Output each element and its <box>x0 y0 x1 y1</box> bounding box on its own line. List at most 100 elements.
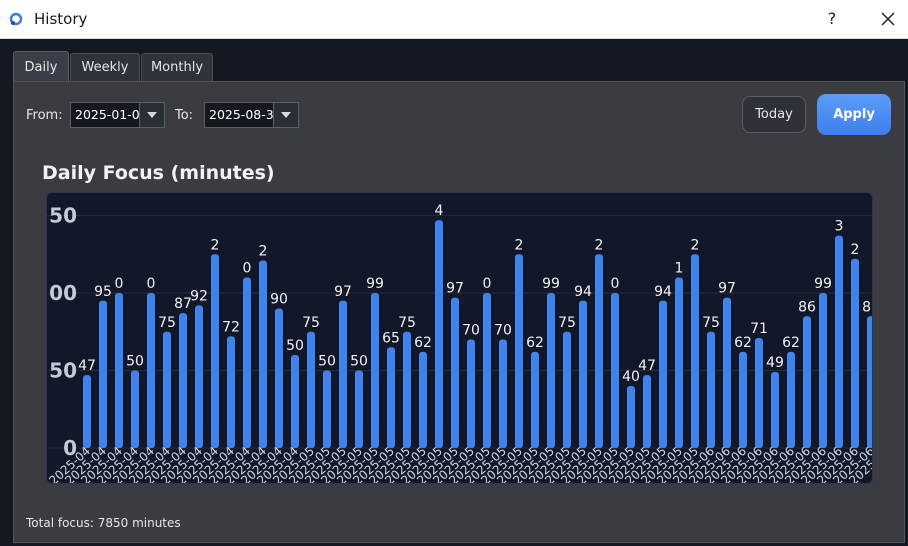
data-label: 85 <box>862 299 873 315</box>
data-label: 2 <box>211 237 220 253</box>
bar <box>83 375 91 448</box>
data-label: 3 <box>835 219 844 235</box>
from-dropdown-button[interactable] <box>139 103 164 127</box>
data-label: 97 <box>718 281 736 297</box>
apply-button[interactable]: Apply <box>817 94 891 135</box>
chart-area: 0 50 00 50 47 2025-04 95 2025-04 0 2025-04 50 2025-… <box>46 192 873 484</box>
data-label: 71 <box>750 321 768 337</box>
chart-title: Daily Focus (minutes) <box>42 162 275 184</box>
bar <box>227 336 235 448</box>
data-label: 97 <box>334 284 352 300</box>
bar <box>195 305 203 448</box>
bar <box>419 351 427 448</box>
data-label: 99 <box>814 276 832 292</box>
data-label: 70 <box>494 323 512 339</box>
help-button[interactable]: ? <box>818 6 846 32</box>
data-label: 1 <box>675 261 684 277</box>
data-label: 2 <box>691 237 700 253</box>
tab-weekly[interactable]: Weekly <box>70 53 140 81</box>
data-label: 62 <box>414 335 432 351</box>
data-label: 47 <box>638 358 656 374</box>
app-logo-icon <box>9 12 23 26</box>
data-label: 70 <box>462 323 480 339</box>
bar <box>99 300 107 448</box>
bar <box>371 293 379 448</box>
bar <box>179 313 187 448</box>
bar <box>499 339 507 448</box>
data-label: 0 <box>147 276 156 292</box>
from-date-value: 2025-01-01 <box>75 107 148 122</box>
bar <box>259 260 267 448</box>
data-label: 75 <box>398 315 416 331</box>
data-label: 99 <box>542 276 560 292</box>
bar <box>771 372 779 448</box>
to-dropdown-button[interactable] <box>273 103 298 127</box>
bar <box>275 308 283 448</box>
data-label: 47 <box>78 358 96 374</box>
total-focus-label: Total focus: 7850 minutes <box>26 516 181 530</box>
bar <box>515 254 523 448</box>
bar <box>323 370 331 448</box>
data-label: 62 <box>782 335 800 351</box>
bar-chart: 0500050472025-04952025-0402025-04502025-… <box>47 203 873 483</box>
bar <box>531 351 539 448</box>
bar <box>467 339 475 448</box>
bar <box>707 331 715 448</box>
bar <box>163 331 171 448</box>
tab-daily[interactable]: Daily <box>13 51 69 82</box>
bar <box>691 254 699 448</box>
bar <box>611 293 619 448</box>
bar <box>403 331 411 448</box>
bar <box>739 351 747 448</box>
data-label: 0 <box>115 276 124 292</box>
chevron-down-icon <box>147 112 157 118</box>
bar <box>563 331 571 448</box>
data-label: 75 <box>302 315 320 331</box>
data-label: 94 <box>574 284 592 300</box>
bar <box>627 386 635 448</box>
bar <box>723 297 731 448</box>
data-label: 0 <box>243 261 252 277</box>
data-label: 65 <box>382 330 400 346</box>
bar <box>675 277 683 448</box>
to-date-value: 2025-08-30 <box>209 107 282 122</box>
y-tick-label: 50 <box>49 359 77 383</box>
bar <box>803 316 811 448</box>
data-label: 90 <box>270 292 288 308</box>
tab-monthly[interactable]: Monthly <box>141 53 213 81</box>
y-tick-label: 00 <box>49 281 77 305</box>
data-label: 0 <box>611 276 620 292</box>
to-date-select[interactable]: 2025-08-30 <box>204 102 299 128</box>
bar <box>867 316 872 448</box>
bar <box>659 300 667 448</box>
from-date-select[interactable]: 2025-01-01 <box>70 102 165 128</box>
bar <box>451 297 459 448</box>
data-label: 72 <box>222 319 240 335</box>
bar <box>851 258 859 448</box>
data-label: 2 <box>851 242 860 258</box>
bar <box>643 375 651 448</box>
bar <box>339 300 347 448</box>
data-label: 62 <box>734 335 752 351</box>
close-button[interactable] <box>874 6 902 32</box>
window-title: History <box>34 10 88 28</box>
data-label: 75 <box>158 315 176 331</box>
from-label: From: <box>26 108 63 123</box>
data-label: 62 <box>526 335 544 351</box>
today-button[interactable]: Today <box>742 96 806 133</box>
bar <box>787 351 795 448</box>
data-label: 75 <box>702 315 720 331</box>
data-label: 50 <box>350 354 368 370</box>
bar <box>243 277 251 448</box>
data-label: 50 <box>318 354 336 370</box>
bar <box>131 370 139 448</box>
bar <box>291 355 299 448</box>
bar <box>547 293 555 448</box>
title-bar: History ? <box>0 0 908 39</box>
data-label: 2 <box>259 243 268 259</box>
bar <box>147 293 155 448</box>
y-tick-label: 50 <box>49 204 77 228</box>
bar <box>755 337 763 448</box>
data-label: 4 <box>435 203 444 219</box>
data-label: 0 <box>483 276 492 292</box>
